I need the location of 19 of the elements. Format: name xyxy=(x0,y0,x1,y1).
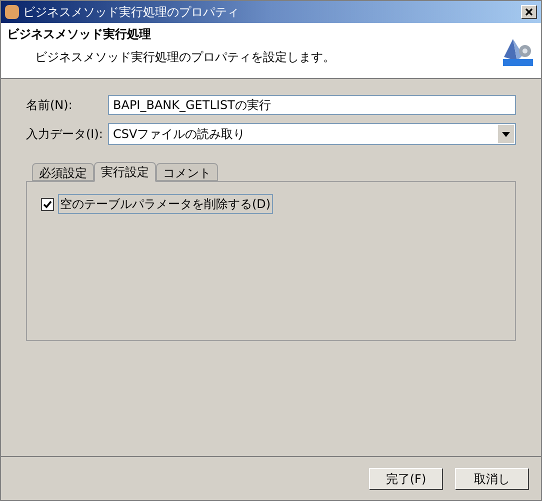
header-title: ビジネスメソッド実行処理 xyxy=(7,26,152,43)
close-button[interactable] xyxy=(521,5,537,19)
dropdown-value: CSVファイルの読み取り xyxy=(113,126,246,143)
dialog-button[interactable]: 完了(F) xyxy=(369,468,443,490)
pyramid-gear-icon xyxy=(501,36,535,66)
tab[interactable]: 必須設定 xyxy=(32,163,94,181)
tab[interactable]: 実行設定 xyxy=(94,162,156,182)
tab[interactable]: コメント xyxy=(156,163,218,181)
window-title: ビジネスメソッド実行処理のプロパティ xyxy=(23,4,240,21)
window-icon xyxy=(5,5,19,19)
field-label: 入力データ(I): xyxy=(26,126,104,143)
checkbox[interactable] xyxy=(41,198,54,210)
field-label: 名前(N): xyxy=(26,97,74,114)
header-description: ビジネスメソッド実行処理のプロパティを設定します。 xyxy=(34,49,336,66)
close-icon xyxy=(525,8,533,16)
dialog-button[interactable]: 取消し xyxy=(455,468,529,490)
name-field[interactable]: BAPI_BANK_GETLISTの実行 xyxy=(108,95,516,115)
input-data-dropdown[interactable]: CSVファイルの読み取り xyxy=(108,123,516,145)
checkbox-label: 空のテーブルパラメータを削除する(D) xyxy=(58,194,273,214)
